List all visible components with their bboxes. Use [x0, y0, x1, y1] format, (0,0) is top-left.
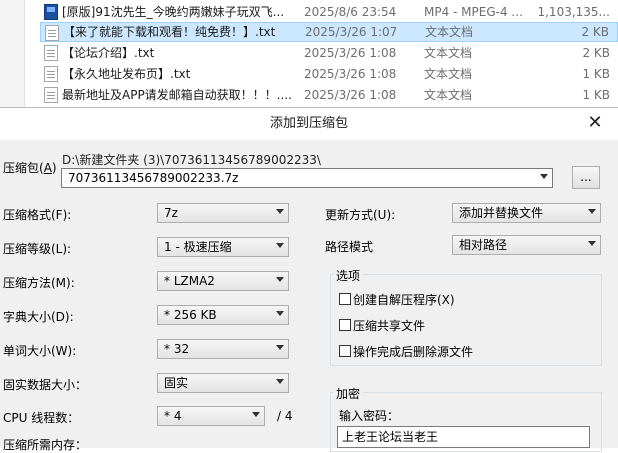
- file-date: 2025/3/26 1:08: [304, 46, 397, 60]
- file-row-selected[interactable]: 【来了就能下载和观看！纯免费！】.txt 2025/3/26 1:07 文本文档…: [40, 22, 618, 42]
- format-select[interactable]: 7z: [157, 203, 289, 223]
- path-mode-select[interactable]: 相对路径: [452, 235, 601, 255]
- file-type: 文本文档: [424, 67, 473, 81]
- encryption-title: 加密: [333, 385, 364, 402]
- solid-block-label: 固实数据大小：: [3, 378, 88, 392]
- file-date: 2025/3/26 1:08: [304, 88, 397, 102]
- close-button[interactable]: ✕: [572, 108, 618, 140]
- file-date: 2025/3/26 1:07: [305, 25, 398, 39]
- text-file-icon: [44, 45, 58, 61]
- chevron-down-icon: [276, 345, 284, 350]
- level-label: 压缩等级(L):: [3, 242, 72, 256]
- text-file-icon: [45, 25, 59, 41]
- add-to-archive-dialog: 添加到压缩包 ✕ 压缩包(A) D:\新建文件夹 (3)\70736113456…: [0, 107, 618, 452]
- file-name: 最新地址及APP请发邮箱自动获取！！！....: [62, 88, 292, 102]
- format-label: 压缩格式(F):: [3, 208, 72, 222]
- shared-files-label: 压缩共享文件: [353, 319, 426, 333]
- method-select[interactable]: * LZMA2: [157, 271, 289, 291]
- text-file-icon: [44, 87, 58, 103]
- browse-button[interactable]: ...: [572, 166, 600, 189]
- file-size: 1 KB: [582, 67, 610, 81]
- chevron-down-icon: [588, 209, 596, 214]
- path-mode-label: 路径模式: [325, 240, 374, 254]
- sfx-checkbox[interactable]: [339, 293, 351, 305]
- dictionary-select[interactable]: * 256 KB: [157, 305, 289, 325]
- options-title: 选项: [333, 267, 364, 284]
- update-mode-label: 更新方式(U):: [325, 208, 396, 222]
- format-value: 7z: [164, 206, 178, 220]
- memory-usage-label: 压缩所需内存：: [3, 438, 88, 452]
- file-row[interactable]: 【论坛介绍】.txt 2025/3/26 1:08 文本文档 2 KB: [40, 43, 618, 63]
- archive-name-combo[interactable]: 7073611345678900223​3.7z: [61, 168, 553, 188]
- file-date: 2025/8/6 23:54: [304, 5, 397, 19]
- method-label: 压缩方法(M):: [3, 276, 75, 290]
- chevron-down-icon: [588, 241, 596, 246]
- chevron-down-icon: [276, 379, 284, 384]
- nav-pane-strip: [0, 0, 25, 108]
- file-row[interactable]: 【永久地址发布页】.txt 2025/3/26 1:08 文本文档 1 KB: [40, 64, 618, 84]
- file-type: 文本文档: [424, 88, 473, 102]
- delete-after-label: 操作完成后删除源文件: [353, 345, 474, 359]
- path-mode-value: 相对路径: [459, 238, 508, 252]
- file-name: 【来了就能下载和观看！纯免费！】.txt: [63, 25, 276, 39]
- file-date: 2025/3/26 1:08: [304, 67, 397, 81]
- method-value: * LZMA2: [164, 274, 215, 288]
- solid-block-value: 固实: [164, 376, 189, 390]
- file-row[interactable]: [原版]91沈先生_今晚约两嫩妹子玩双飞... 2025/8/6 23:54 M…: [40, 2, 618, 22]
- sfx-label: 创建自解压程序(X): [353, 293, 455, 307]
- level-select[interactable]: 1 - 极速压缩: [157, 237, 289, 257]
- chevron-down-icon: [276, 243, 284, 248]
- update-mode-select[interactable]: 添加并替换文件: [452, 203, 601, 223]
- file-list: [原版]91沈先生_今晚约两嫩妹子玩双飞... 2025/8/6 23:54 M…: [0, 0, 618, 108]
- cpu-threads-value: * 4: [164, 409, 182, 423]
- word-size-label: 单词大小(W):: [3, 344, 77, 358]
- archive-label: 压缩包(A): [3, 161, 57, 175]
- password-input[interactable]: 上老王论坛当老王: [337, 426, 590, 448]
- file-type: MP4 - MPEG-4 ...: [424, 5, 523, 19]
- file-name: 【永久地址发布页】.txt: [62, 67, 191, 81]
- file-size: 2 KB: [581, 25, 609, 39]
- delete-after-checkbox[interactable]: [339, 345, 351, 357]
- file-size: 2 KB: [582, 46, 610, 60]
- file-name: 【论坛介绍】.txt: [62, 46, 155, 60]
- file-name: [原版]91沈先生_今晚约两嫩妹子玩双飞...: [62, 5, 285, 19]
- video-file-icon: [44, 4, 58, 20]
- file-row[interactable]: 最新地址及APP请发邮箱自动获取！！！.... 2025/3/26 1:08 文…: [40, 85, 618, 105]
- cpu-threads-select[interactable]: * 4: [157, 406, 265, 426]
- text-file-icon: [44, 66, 58, 82]
- dialog-titlebar: 添加到压缩包 ✕: [0, 108, 618, 140]
- file-size: 1 KB: [582, 88, 610, 102]
- archive-path: D:\新建文件夹 (3)\707361134567890022​33\: [62, 153, 321, 167]
- chevron-down-icon[interactable]: [540, 174, 548, 179]
- chevron-down-icon: [276, 277, 284, 282]
- word-size-value: * 32: [164, 342, 190, 356]
- file-type: 文本文档: [425, 25, 474, 39]
- cpu-threads-label: CPU 线程数：: [3, 411, 80, 425]
- dictionary-label: 字典大小(D):: [3, 310, 74, 324]
- update-mode-value: 添加并替换文件: [459, 206, 544, 220]
- chevron-down-icon: [252, 412, 260, 417]
- shared-files-checkbox[interactable]: [339, 319, 351, 331]
- cpu-threads-total: / 4: [277, 409, 293, 423]
- file-type: 文本文档: [424, 46, 473, 60]
- level-value: 1 - 极速压缩: [164, 240, 232, 254]
- archive-name-value: 7073611345678900223​3.7z: [68, 171, 239, 185]
- word-size-select[interactable]: * 32: [157, 339, 289, 359]
- file-size: 1,103,135...: [537, 5, 610, 19]
- dialog-title: 添加到压缩包: [269, 116, 348, 131]
- close-icon: ✕: [587, 112, 603, 133]
- chevron-down-icon: [276, 311, 284, 316]
- dictionary-value: * 256 KB: [164, 308, 217, 322]
- chevron-down-icon: [276, 209, 284, 214]
- solid-block-select[interactable]: 固实: [157, 373, 289, 393]
- password-label: 输入密码：: [339, 409, 400, 423]
